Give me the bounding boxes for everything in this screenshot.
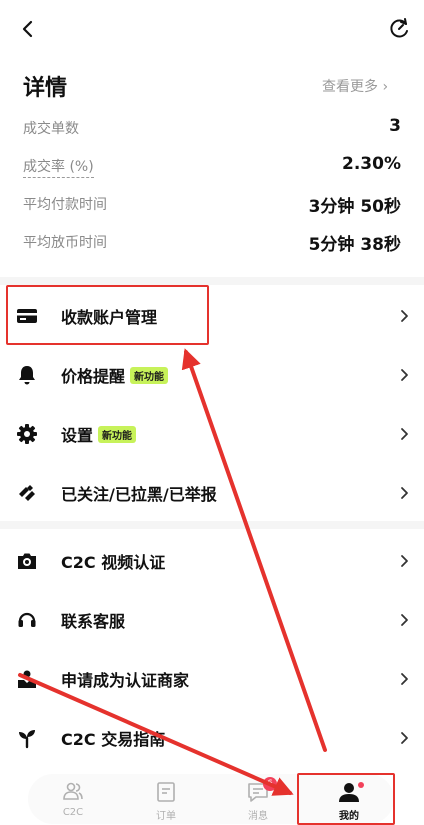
refresh-icon[interactable] bbox=[386, 16, 412, 42]
bell-icon bbox=[19, 366, 35, 385]
stat-label[interactable]: 成交率 (%) bbox=[23, 156, 94, 178]
menu-item-label: 设置 新功能 bbox=[61, 422, 137, 446]
stat-value: 2.30% bbox=[342, 154, 401, 174]
new-feature-badge: 新功能 bbox=[130, 367, 169, 384]
menu-item-label: 已关注/已拉黑/已举报 bbox=[61, 485, 217, 504]
menu-item-customer-service[interactable]: 联系客服 bbox=[0, 591, 424, 647]
bottom-tab-bar: C2C 订单 6 消息 我的 bbox=[0, 770, 424, 825]
menu-item-price-alert[interactable]: 价格提醒 新功能 bbox=[0, 346, 424, 402]
tab-label: 消息 bbox=[248, 811, 268, 822]
stat-label: 平均付款时间 bbox=[23, 197, 107, 213]
merchant-icon bbox=[18, 670, 36, 688]
view-more-link[interactable]: 查看更多 › bbox=[322, 76, 388, 96]
details-title: 详情 bbox=[23, 76, 68, 101]
menu-item-label: C2C 交易指南 bbox=[61, 730, 166, 749]
menu-item-payment-accounts[interactable]: 收款账户管理 bbox=[0, 287, 424, 343]
headset-icon bbox=[18, 612, 36, 627]
notification-dot bbox=[358, 782, 364, 788]
card-icon bbox=[17, 309, 37, 323]
stat-row-completion-rate: 成交率 (%) 2.30% bbox=[23, 154, 401, 178]
stat-value: 3 bbox=[389, 116, 401, 136]
menu-item-text: 价格提醒 bbox=[61, 367, 126, 386]
stat-value: 5分钟 38秒 bbox=[308, 235, 401, 255]
chevron-right-icon bbox=[401, 428, 408, 440]
stat-row-order-count: 成交单数 3 bbox=[23, 116, 401, 138]
menu-item-label: C2C 视频认证 bbox=[61, 553, 166, 572]
menu-item-label: 收款账户管理 bbox=[61, 308, 158, 327]
people-icon bbox=[63, 782, 83, 800]
chevron-right-icon bbox=[401, 555, 408, 567]
tab-label: C2C bbox=[62, 807, 84, 818]
back-arrow-icon[interactable] bbox=[16, 16, 42, 42]
tag-icon bbox=[19, 485, 35, 501]
gear-icon bbox=[17, 424, 37, 444]
top-bar bbox=[0, 0, 424, 60]
camera-icon bbox=[18, 553, 36, 569]
menu-item-become-merchant[interactable]: 申请成为认证商家 bbox=[0, 650, 424, 706]
tab-c2c[interactable]: C2C bbox=[43, 780, 103, 825]
menu-item-text: 设置 bbox=[61, 426, 94, 445]
chevron-right-icon bbox=[401, 614, 408, 626]
chevron-right-icon bbox=[401, 310, 408, 322]
tab-label: 订单 bbox=[156, 811, 176, 822]
menu-item-settings[interactable]: 设置 新功能 bbox=[0, 405, 424, 461]
new-feature-badge: 新功能 bbox=[98, 426, 137, 443]
unread-count-badge: 6 bbox=[263, 777, 277, 791]
stat-value: 3分钟 50秒 bbox=[308, 197, 401, 217]
menu-item-label: 联系客服 bbox=[61, 612, 126, 631]
chevron-right-icon bbox=[401, 673, 408, 685]
stat-label: 平均放币时间 bbox=[23, 235, 107, 251]
chevron-right-icon bbox=[401, 487, 408, 499]
stat-label: 成交单数 bbox=[23, 121, 79, 137]
section-divider bbox=[0, 277, 424, 285]
tab-messages[interactable]: 6 消息 bbox=[228, 777, 288, 825]
menu-item-trading-guide[interactable]: C2C 交易指南 bbox=[0, 709, 424, 765]
section-divider bbox=[0, 521, 424, 529]
menu-item-followed-blocked-reported[interactable]: 已关注/已拉黑/已举报 bbox=[0, 464, 424, 520]
chevron-right-icon bbox=[401, 732, 408, 744]
order-icon bbox=[157, 782, 175, 802]
stat-row-avg-release-time: 平均放币时间 5分钟 38秒 bbox=[23, 230, 401, 255]
menu-item-video-verification[interactable]: C2C 视频认证 bbox=[0, 532, 424, 588]
tab-orders[interactable]: 订单 bbox=[136, 780, 196, 825]
tab-label: 我的 bbox=[339, 811, 359, 822]
stat-row-avg-payment-time: 平均付款时间 3分钟 50秒 bbox=[23, 192, 401, 217]
menu-item-label: 价格提醒 新功能 bbox=[61, 363, 169, 387]
sprout-icon bbox=[19, 730, 35, 749]
tab-profile[interactable]: 我的 bbox=[319, 780, 379, 825]
chevron-right-icon bbox=[401, 369, 408, 381]
menu-item-label: 申请成为认证商家 bbox=[61, 671, 190, 690]
